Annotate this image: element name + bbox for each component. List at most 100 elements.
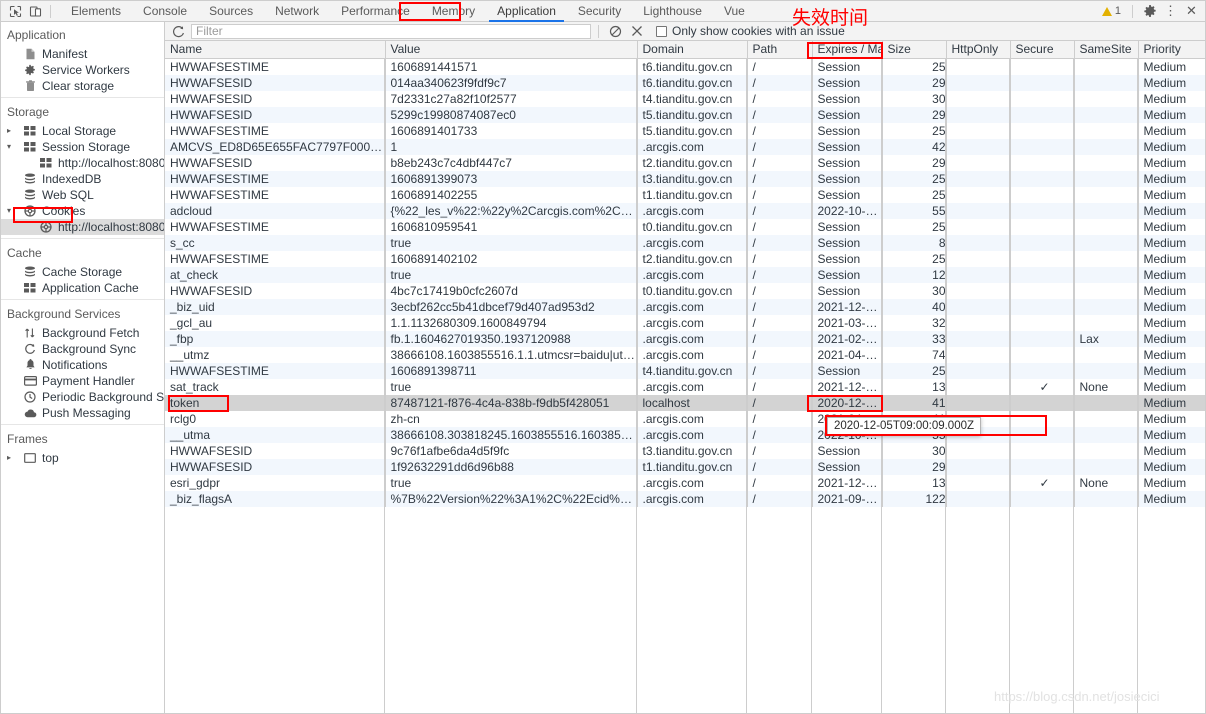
table-row[interactable]: _biz_uid 3ecbf262cc5b41dbcef79d407ad953d2… <box>165 298 1205 315</box>
column-header-httponly[interactable]: HttpOnly <box>946 41 1011 59</box>
cell-domain: .arcgis.com <box>637 490 748 507</box>
table-row[interactable]: at_check true .arcgis.com / Session 12 Medium <box>165 266 1205 283</box>
cookies-grid-container[interactable]: NameValueDomainPathExpires / Max...SizeH… <box>165 41 1205 713</box>
clear-all-cookies-icon[interactable] <box>606 23 624 40</box>
table-row[interactable]: adcloud {%22_les_v%22:%22y%2Carcgis.com%2… <box>165 202 1205 219</box>
cell-name: HWWAFSESTIME <box>165 250 386 267</box>
delete-selected-cookie-icon[interactable] <box>628 23 646 40</box>
cell-domain: t4.tianditu.gov.cn <box>637 90 748 107</box>
sidebar-item-notifications[interactable]: Notifications <box>1 357 164 373</box>
cell-path: / <box>747 138 813 155</box>
table-row[interactable]: HWWAFSESID 5299c19980874087ec0 t5.tianditu… <box>165 106 1205 123</box>
cookies-toolbar: Only show cookies with an issue <box>165 22 1205 41</box>
tab-performance[interactable]: Performance <box>330 1 421 22</box>
table-row[interactable]: esri_gdprtrue.arcgis.com/2021-12-04T...1… <box>165 474 1205 491</box>
tab-sources[interactable]: Sources <box>198 1 264 22</box>
column-header-domain[interactable]: Domain <box>637 41 748 59</box>
table-row[interactable]: __utmz 38666108.1603855516.1.1.utmcsr=bai… <box>165 346 1205 363</box>
table-row[interactable]: __utma 38666108.303818245.1603855516.1603… <box>165 426 1205 443</box>
table-row[interactable]: sat_tracktrue.arcgis.com/2021-12-04T...1… <box>165 378 1205 395</box>
column-header-expires[interactable]: Expires / Max... <box>812 41 883 59</box>
tabbar-left-icons <box>1 2 60 20</box>
sidebar-item-label: Background Sync <box>42 342 137 356</box>
sidebar-item-push-messaging[interactable]: Push Messaging <box>1 405 164 421</box>
column-header-size[interactable]: Size <box>882 41 947 59</box>
arrows-updown-icon <box>23 327 37 340</box>
cell-secure <box>1010 394 1075 411</box>
cell-samesite: None <box>1074 378 1139 395</box>
table-row[interactable]: _gcl_au 1.1.1132680309.1600849794 .arcgis.… <box>165 314 1205 331</box>
table-row[interactable]: HWWAFSESTIME 1606891399073 t3.tianditu.gov… <box>165 170 1205 187</box>
cell-secure <box>1010 346 1075 363</box>
table-row[interactable]: HWWAFSESID 7d2331c27a82f10f2577 t4.tiandit… <box>165 90 1205 107</box>
device-toolbar-icon[interactable] <box>25 2 45 20</box>
tab-console[interactable]: Console <box>132 1 198 22</box>
sidebar-item-background-fetch[interactable]: Background Fetch <box>1 325 164 341</box>
close-devtools-icon[interactable]: ✕ <box>1182 2 1201 20</box>
sidebar-item-manifest[interactable]: Manifest <box>1 46 164 62</box>
tab-application[interactable]: Application <box>486 1 567 22</box>
table-row[interactable]: HWWAFSESTIME 1606891401733 t5.tianditu.gov… <box>165 122 1205 139</box>
table-row[interactable]: HWWAFSESID 1f92632291dd6d96b88 t1.tianditu… <box>165 458 1205 475</box>
table-row[interactable]: HWWAFSESTIME 1606810959541 t0.tianditu.gov… <box>165 218 1205 235</box>
table-row[interactable]: HWWAFSESTIME 1606891398711 t4.tianditu.gov… <box>165 362 1205 379</box>
column-header-priority[interactable]: Priority <box>1138 41 1205 59</box>
chevron-right-icon[interactable]: ▸ <box>7 454 15 462</box>
refresh-icon[interactable] <box>169 23 187 40</box>
sidebar-item-clear-storage[interactable]: Clear storage <box>1 78 164 94</box>
table-row[interactable]: HWWAFSESTIME 1606891402102 t2.tianditu.gov… <box>165 250 1205 267</box>
column-header-name[interactable]: Name <box>165 41 386 59</box>
sidebar-item-periodic-background-sync[interactable]: Periodic Background Sync <box>1 389 164 405</box>
cell-samesite <box>1074 58 1139 75</box>
table-row[interactable]: HWWAFSESID 014aa340623f9fdf9c7 t6.tianditu… <box>165 74 1205 91</box>
tab-security[interactable]: Security <box>567 1 632 22</box>
table-row[interactable]: HWWAFSESID b8eb243c7c4dbf447c7 t2.tianditu… <box>165 154 1205 171</box>
tab-network[interactable]: Network <box>264 1 330 22</box>
tab-lighthouse[interactable]: Lighthouse <box>632 1 713 22</box>
chevron-down-icon[interactable]: ▾ <box>7 143 15 151</box>
column-header-value[interactable]: Value <box>385 41 638 59</box>
table-row[interactable]: _fbp fb.1.1604627019350.1937120988 .arcgis… <box>165 330 1205 347</box>
more-options-icon[interactable]: ⋮ <box>1161 2 1180 20</box>
sidebar-item-application-cache[interactable]: Application Cache <box>1 280 164 296</box>
cell-domain: .arcgis.com <box>637 378 748 395</box>
column-header-samesite[interactable]: SameSite <box>1074 41 1139 59</box>
sidebar-item-session-storage[interactable]: ▾ Session Storage <box>1 139 164 155</box>
column-header-secure[interactable]: Secure <box>1010 41 1075 59</box>
table-row[interactable]: _biz_flagsA %7B%22Version%22%3A1%2C%22Eci… <box>165 490 1205 507</box>
sidebar-item-http-localhost-8080[interactable]: http://localhost:8080 <box>1 155 164 171</box>
tab-vue[interactable]: Vue <box>713 1 756 22</box>
checkbox-box[interactable] <box>656 25 667 37</box>
cell-priority: Medium <box>1138 90 1205 107</box>
column-header-path[interactable]: Path <box>747 41 813 59</box>
tab-memory[interactable]: Memory <box>421 1 486 22</box>
chevron-down-icon[interactable]: ▾ <box>7 207 15 215</box>
table-row[interactable]: HWWAFSESTIME 1606891402255 t1.tianditu.gov… <box>165 186 1205 203</box>
inspect-element-icon[interactable] <box>5 2 25 20</box>
table-row[interactable]: s_cc true .arcgis.com / Session 8 Medium <box>165 234 1205 251</box>
cell-secure <box>1010 442 1075 459</box>
table-row[interactable]: rclg0zh-cn.arcgis.com/2031-04-15T...11Me… <box>165 410 1205 427</box>
sidebar-item-web-sql[interactable]: Web SQL <box>1 187 164 203</box>
sidebar-item-local-storage[interactable]: ▸ Local Storage <box>1 123 164 139</box>
sidebar-item-service-workers[interactable]: Service Workers <box>1 62 164 78</box>
sidebar-item-top[interactable]: ▸ top <box>1 450 164 466</box>
table-row[interactable]: token 87487121-f876-4c4a-838b-f9db5f42805… <box>165 394 1205 411</box>
sidebar-item-payment-handler[interactable]: Payment Handler <box>1 373 164 389</box>
warning-indicator[interactable]: 1 <box>1098 5 1125 17</box>
table-row[interactable]: HWWAFSESTIME 1606891441571 t6.tianditu.gov… <box>165 58 1205 75</box>
table-row[interactable]: HWWAFSESID 9c76f1afbe6da4d5f9fc t3.tiandit… <box>165 442 1205 459</box>
sidebar-item-indexeddb[interactable]: IndexedDB <box>1 171 164 187</box>
sidebar-item-background-sync[interactable]: Background Sync <box>1 341 164 357</box>
table-row[interactable]: HWWAFSESID 4bc7c17419b0cfc2607d t0.tiandit… <box>165 282 1205 299</box>
tab-elements[interactable]: Elements <box>60 1 132 22</box>
settings-gear-icon[interactable] <box>1140 2 1159 20</box>
sidebar-item-http-localhost-8080[interactable]: http://localhost:8080 <box>1 219 164 235</box>
chevron-right-icon[interactable]: ▸ <box>7 127 15 135</box>
cell-size: 25 <box>882 58 947 75</box>
sidebar-item-cache-storage[interactable]: Cache Storage <box>1 264 164 280</box>
sidebar-item-cookies[interactable]: ▾ Cookies <box>1 203 164 219</box>
table-row[interactable]: AMCVS_ED8D65E655FAC7797F000101%40Ad...1.… <box>165 138 1205 155</box>
cell-samesite <box>1074 170 1139 187</box>
filter-input[interactable] <box>191 23 591 39</box>
